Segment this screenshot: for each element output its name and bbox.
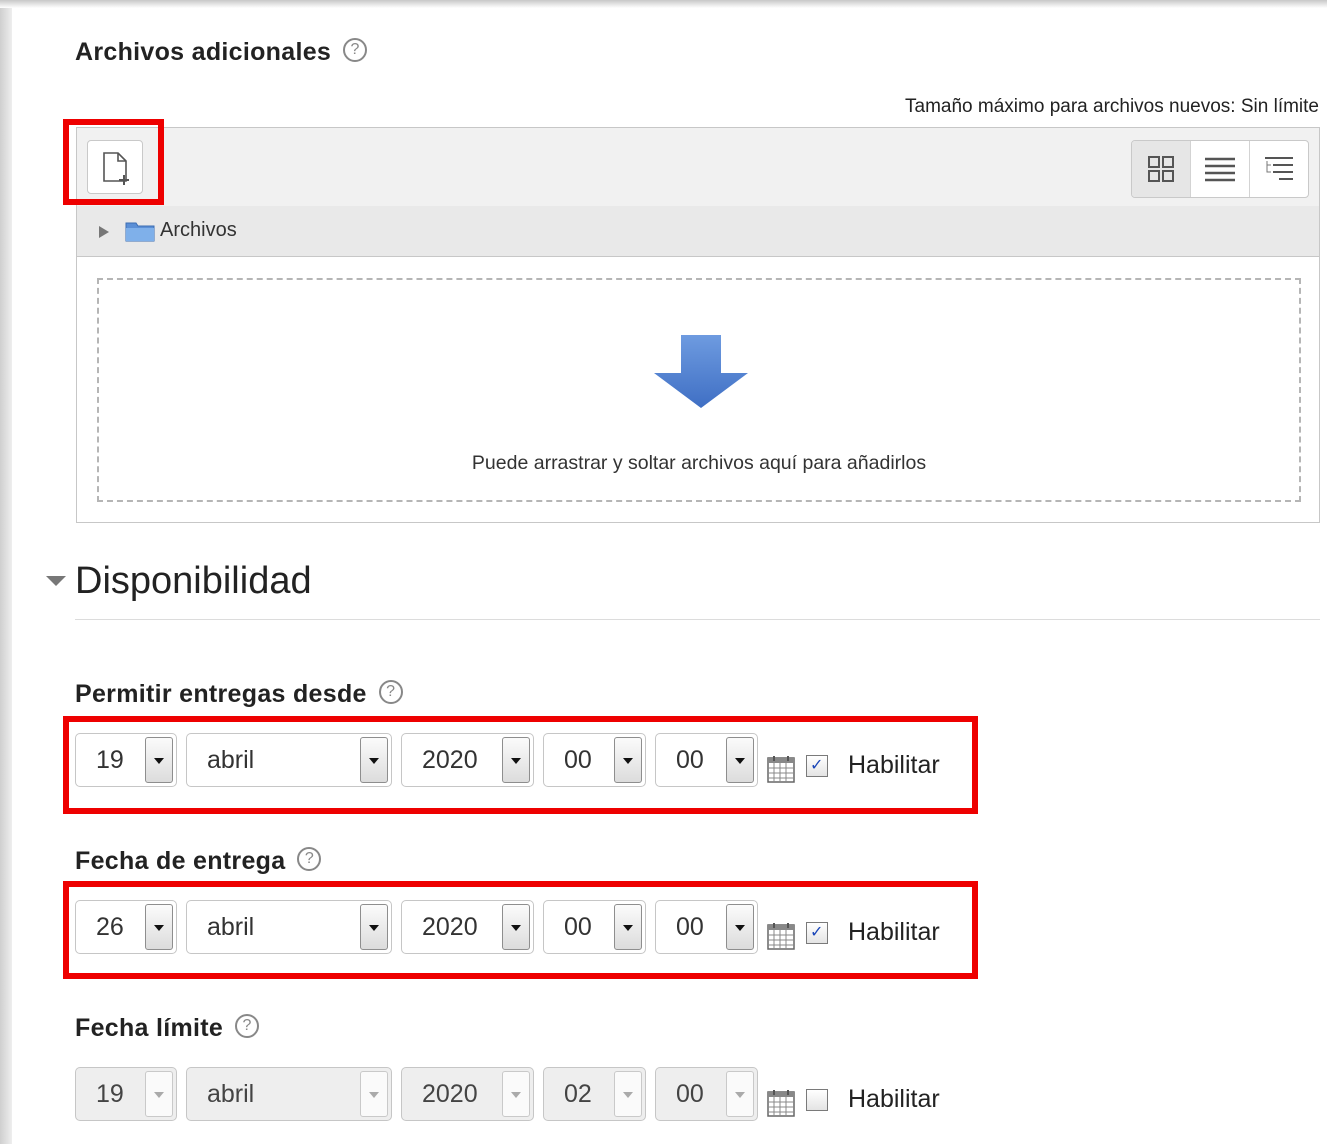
dropdown-arrow-icon xyxy=(145,1071,173,1117)
enable-checkbox[interactable]: ✓ xyxy=(806,755,828,777)
dropdown-arrow-icon xyxy=(145,737,173,783)
dropdown-arrow-icon xyxy=(502,737,530,783)
grid-icon xyxy=(1148,156,1174,182)
field-label-text: Fecha límite xyxy=(75,1014,224,1042)
field-label-text: Permitir entregas desde xyxy=(75,680,367,708)
view-tree-button[interactable] xyxy=(1249,141,1308,197)
day-select[interactable]: 19 xyxy=(75,733,177,787)
dropdown-arrow-icon xyxy=(360,1071,388,1117)
help-icon[interactable]: ? xyxy=(235,1014,260,1039)
dropdown-arrow-icon xyxy=(726,904,754,950)
year-select[interactable]: 2020 xyxy=(401,900,534,954)
view-list-button[interactable] xyxy=(1190,141,1249,197)
file-picker-toolbar xyxy=(77,128,1319,207)
folder-label[interactable]: Archivos xyxy=(160,219,237,242)
day-select[interactable]: 19 xyxy=(75,1067,177,1121)
drop-arrow-icon xyxy=(654,335,748,408)
files-heading: Archivos adicionales? xyxy=(75,38,368,67)
drop-instructions: Puede arrastrar y soltar archivos aquí p… xyxy=(471,452,927,474)
minute-select[interactable]: 00 xyxy=(655,733,758,787)
hour-select[interactable]: 00 xyxy=(543,900,646,954)
max-size-note: Tamaño máximo para archivos nuevos: Sin … xyxy=(905,96,1319,117)
section-title[interactable]: Disponibilidad xyxy=(75,560,312,603)
field-label-cutoff-date: Fecha límite? xyxy=(75,1014,260,1043)
month-select[interactable]: abril xyxy=(186,733,392,787)
window-left-edge xyxy=(0,0,12,1144)
year-select[interactable]: 2020 xyxy=(401,1067,534,1121)
dropdown-arrow-icon xyxy=(726,737,754,783)
enable-checkbox[interactable]: ✓ xyxy=(806,922,828,944)
field-label-text: Fecha de entrega xyxy=(75,847,286,875)
enable-label[interactable]: Habilitar xyxy=(848,751,940,780)
section-divider xyxy=(75,619,1320,620)
view-icons-button[interactable] xyxy=(1132,141,1190,197)
hour-select[interactable]: 02 xyxy=(543,1067,646,1121)
year-select[interactable]: 2020 xyxy=(401,733,534,787)
enable-checkbox[interactable] xyxy=(806,1089,828,1111)
calendar-icon[interactable] xyxy=(767,922,795,950)
dropdown-arrow-icon xyxy=(614,737,642,783)
checkmark-icon: ✓ xyxy=(810,924,824,941)
minute-select[interactable]: 00 xyxy=(655,900,758,954)
calendar-icon[interactable] xyxy=(767,755,795,783)
drop-zone[interactable]: Puede arrastrar y soltar archivos aquí p… xyxy=(97,278,1301,502)
help-icon[interactable]: ? xyxy=(343,38,368,63)
help-icon[interactable]: ? xyxy=(378,680,403,705)
minute-select[interactable]: 00 xyxy=(655,1067,758,1121)
collapse-triangle-icon[interactable] xyxy=(46,576,66,586)
dropdown-arrow-icon xyxy=(614,904,642,950)
day-select[interactable]: 26 xyxy=(75,900,177,954)
dropdown-arrow-icon xyxy=(614,1071,642,1117)
field-label-allow-from: Permitir entregas desde? xyxy=(75,680,403,709)
file-path-bar: Archivos xyxy=(77,206,1319,257)
folder-icon xyxy=(125,222,155,242)
files-heading-text: Archivos adicionales xyxy=(75,38,332,66)
month-select[interactable]: abril xyxy=(186,1067,392,1121)
hour-select[interactable]: 00 xyxy=(543,733,646,787)
month-select[interactable]: abril xyxy=(186,900,392,954)
checkmark-icon: ✓ xyxy=(810,757,824,774)
calendar-icon[interactable] xyxy=(767,1089,795,1117)
dropdown-arrow-icon xyxy=(502,1071,530,1117)
list-icon xyxy=(1205,157,1235,182)
highlight-add-file xyxy=(63,119,164,205)
view-switcher xyxy=(1131,140,1309,198)
tree-icon xyxy=(1265,157,1293,180)
window-top-edge xyxy=(0,0,1327,8)
dropdown-arrow-icon xyxy=(502,904,530,950)
dropdown-arrow-icon xyxy=(726,1071,754,1117)
enable-label[interactable]: Habilitar xyxy=(848,918,940,947)
file-picker: Archivos Puede arrastrar y soltar archiv… xyxy=(76,127,1320,523)
field-label-due-date: Fecha de entrega? xyxy=(75,847,322,876)
dropdown-arrow-icon xyxy=(360,737,388,783)
help-icon[interactable]: ? xyxy=(297,847,322,872)
expand-arrow-icon[interactable] xyxy=(99,226,109,238)
enable-label[interactable]: Habilitar xyxy=(848,1085,940,1114)
dropdown-arrow-icon xyxy=(145,904,173,950)
dropdown-arrow-icon xyxy=(360,904,388,950)
